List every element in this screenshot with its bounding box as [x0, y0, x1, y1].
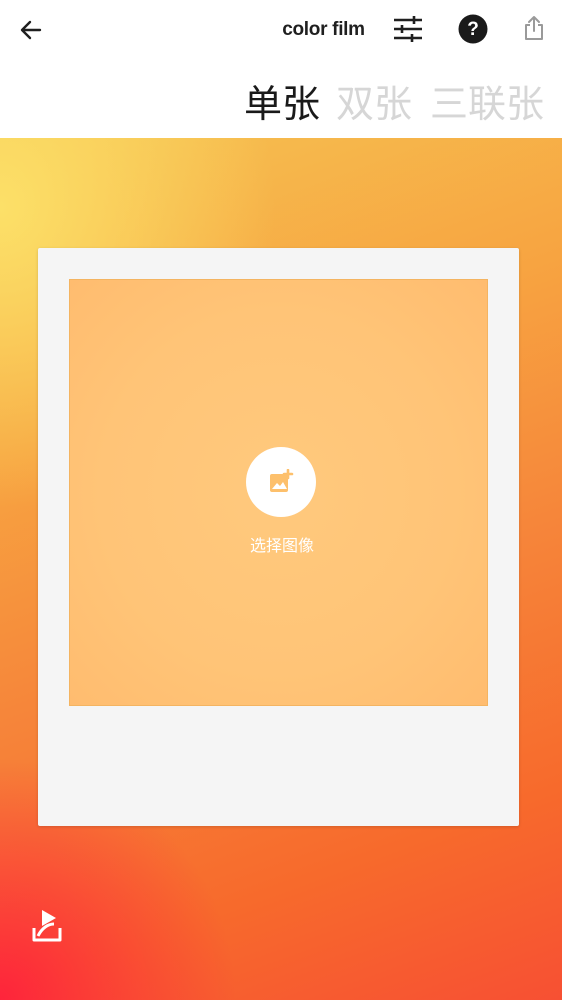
sliders-icon	[393, 16, 422, 42]
tab-triple[interactable]: 三联张	[430, 80, 544, 128]
layout-tabs: 单张 双张 三联张	[0, 62, 562, 138]
svg-text:?: ?	[467, 19, 479, 40]
export-share-icon	[32, 910, 62, 942]
tab-single[interactable]: 单张	[244, 80, 320, 128]
back-button[interactable]	[16, 16, 46, 44]
share-upload-icon	[525, 16, 543, 40]
help-circle-icon: ?	[458, 14, 488, 44]
app-title: color film	[282, 19, 365, 40]
photo-area[interactable]: 选择图像	[69, 279, 488, 706]
share-button[interactable]	[522, 13, 546, 43]
tab-double[interactable]: 双张	[336, 80, 412, 128]
arrow-left-icon	[20, 20, 42, 40]
add-photo-icon	[270, 469, 294, 492]
settings-button[interactable]	[390, 13, 425, 45]
polaroid-frame: 选择图像	[38, 248, 519, 826]
add-image-button[interactable]	[246, 447, 316, 517]
select-image-label: 选择图像	[249, 536, 314, 555]
help-button[interactable]: ?	[457, 13, 489, 45]
export-button[interactable]	[28, 906, 64, 944]
top-bar: color film ?	[0, 0, 562, 62]
